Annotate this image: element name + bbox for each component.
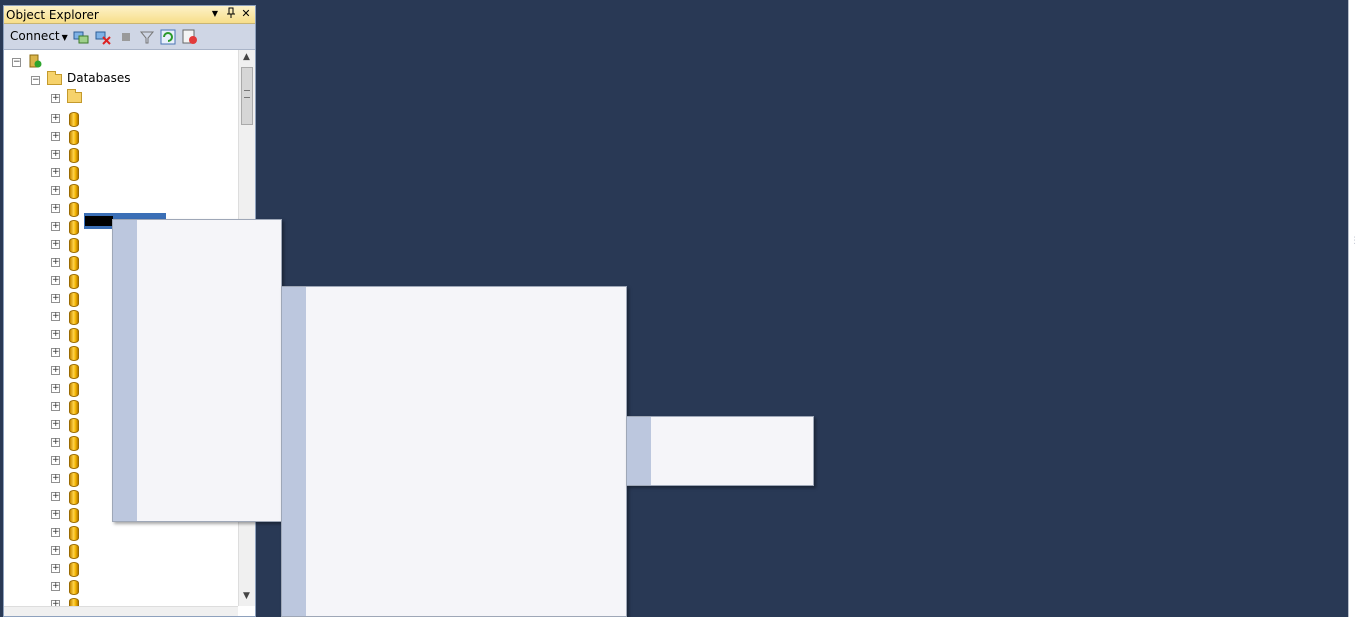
database-icon[interactable] [69,454,79,469]
database-icon[interactable] [69,292,79,307]
connect-label: Connect [10,29,60,43]
menu-gutter [627,417,651,485]
collapse-server-icon[interactable]: − [12,58,21,67]
database-context-menu [112,219,282,522]
database-icon[interactable] [69,346,79,361]
expand-database-icon[interactable]: + [51,150,60,159]
database-icon[interactable] [69,328,79,343]
expand-database-icon[interactable]: + [51,168,60,177]
database-icon[interactable] [69,238,79,253]
database-icon[interactable] [69,184,79,199]
auto-hide-pin-icon[interactable] [224,7,238,22]
stop-icon[interactable] [118,29,134,45]
database-icon[interactable] [69,220,79,235]
refresh-icon[interactable] [160,29,176,45]
collapse-databases-icon[interactable]: − [31,76,40,85]
database-icon[interactable] [69,508,79,523]
database-icon[interactable] [69,274,79,289]
panel-title: Object Explorer [6,8,99,22]
database-icon[interactable] [69,148,79,163]
right-panel-edge [1348,0,1363,617]
expand-database-icon[interactable]: + [51,438,60,447]
connect-button[interactable]: Connect ▼ [10,29,68,43]
expand-database-icon[interactable]: + [51,510,60,519]
expand-database-icon[interactable]: + [51,312,60,321]
menu-gutter [282,287,306,616]
filter-icon[interactable] [139,29,155,45]
expand-database-icon[interactable]: + [51,348,60,357]
thumb-grip-icon [244,90,250,98]
redacted-label [85,216,113,226]
database-icon[interactable] [69,526,79,541]
disconnect-icon[interactable] [95,29,111,45]
scrollbar-thumb[interactable] [241,67,253,125]
database-icon[interactable] [69,112,79,127]
folder-icon [47,71,62,85]
expand-database-icon[interactable]: + [51,546,60,555]
database-icon[interactable] [69,436,79,451]
object-explorer-title-bar: Object Explorer ▼ ✕ [4,6,255,24]
connect-object-explorer-icon[interactable] [73,29,89,45]
menu-gutter [113,220,137,521]
database-icon[interactable] [69,202,79,217]
tree-horizontal-scrollbar[interactable] [4,606,238,616]
server-connected-icon[interactable] [28,54,42,68]
object-explorer-details-icon[interactable] [182,29,198,45]
database-icon[interactable] [69,364,79,379]
database-icon[interactable] [69,418,79,433]
database-icon[interactable] [69,166,79,181]
expand-database-icon[interactable]: + [51,492,60,501]
expand-database-icon[interactable]: + [51,330,60,339]
expand-database-icon[interactable]: + [51,564,60,573]
database-icon[interactable] [69,490,79,505]
expand-database-icon[interactable]: + [51,240,60,249]
database-icon[interactable] [69,562,79,577]
expand-database-icon[interactable]: + [51,456,60,465]
scroll-down-icon[interactable]: ▼ [239,589,254,604]
expand-database-icon[interactable]: + [51,204,60,213]
restore-submenu [626,416,814,486]
tasks-submenu [281,286,627,617]
close-icon[interactable]: ✕ [239,7,253,20]
splitter-grip[interactable]: ⋮ [1350,236,1359,246]
expand-database-icon[interactable]: + [51,474,60,483]
database-icon[interactable] [69,130,79,145]
expand-database-icon[interactable]: + [51,276,60,285]
expand-database-icon[interactable]: + [51,222,60,231]
database-icon[interactable] [69,382,79,397]
expand-database-icon[interactable]: + [51,582,60,591]
expand-database-icon[interactable]: + [51,186,60,195]
database-icon[interactable] [69,310,79,325]
database-icon[interactable] [69,598,79,606]
window-position-dropdown-icon[interactable]: ▼ [208,9,222,18]
expand-database-icon[interactable]: + [51,402,60,411]
chevron-down-icon: ▼ [61,33,68,42]
expand-system-databases-icon[interactable]: + [51,94,60,103]
expand-database-icon[interactable]: + [51,114,60,123]
database-icon[interactable] [69,472,79,487]
expand-database-icon[interactable]: + [51,294,60,303]
databases-node-label[interactable]: Databases [67,71,131,85]
database-icon[interactable] [69,544,79,559]
database-icon[interactable] [69,256,79,271]
expand-database-icon[interactable]: + [51,366,60,375]
expand-database-icon[interactable]: + [51,384,60,393]
object-explorer-toolbar: Connect ▼ [4,24,255,50]
folder-icon [67,89,82,103]
scroll-up-icon[interactable]: ▲ [239,50,254,65]
expand-database-icon[interactable]: + [51,132,60,141]
database-icon[interactable] [69,400,79,415]
expand-database-icon[interactable]: + [51,528,60,537]
database-icon[interactable] [69,580,79,595]
expand-database-icon[interactable]: + [51,258,60,267]
expand-database-icon[interactable]: + [51,420,60,429]
